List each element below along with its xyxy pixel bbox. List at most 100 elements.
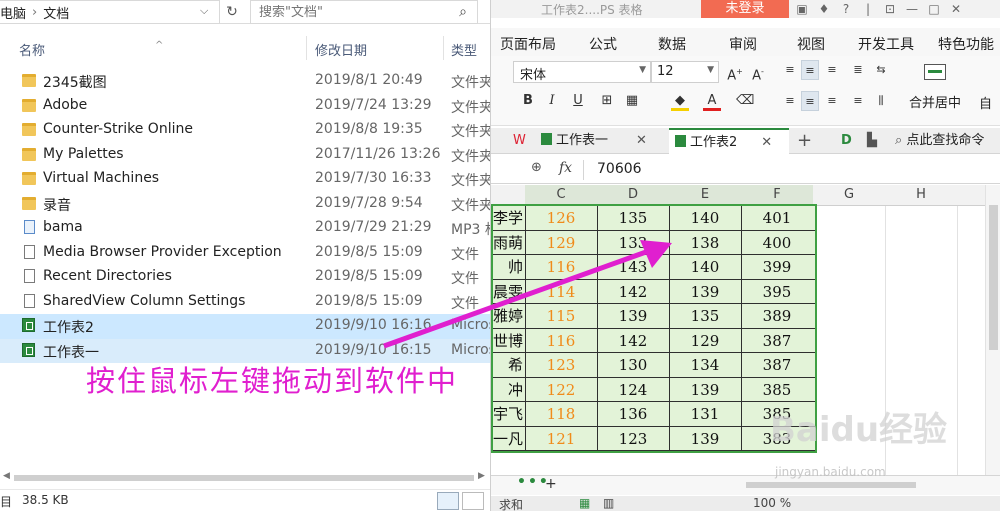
tab-page-layout[interactable]: 页面布局	[500, 34, 556, 54]
borders-icon[interactable]: ⊞	[598, 91, 616, 111]
tab-formulas[interactable]: 公式	[589, 34, 617, 54]
file-name: Recent Directories	[43, 268, 172, 284]
increase-font-icon[interactable]: A+	[726, 62, 744, 83]
doc-assistant-icon[interactable]: D	[841, 128, 852, 154]
list-item[interactable]: 录音 2019/7/28 9:54 文件夹	[0, 192, 490, 217]
scrollbar-thumb[interactable]	[14, 475, 474, 481]
clear-format-icon[interactable]: ⌫	[736, 91, 754, 111]
column-header-f[interactable]: F	[741, 185, 813, 206]
chevron-down-icon[interactable]: ⌵	[200, 4, 208, 18]
column-header-name[interactable]: 名称	[19, 40, 45, 59]
column-header-type[interactable]: 类型	[451, 40, 477, 59]
file-type: Microsoft	[451, 317, 490, 333]
column-header-g[interactable]: G	[813, 187, 885, 202]
list-item[interactable]: Adobe 2019/7/24 13:29 文件夹	[0, 94, 490, 119]
italic-icon[interactable]: I	[543, 91, 561, 111]
page-view-icon[interactable]: ▥	[603, 496, 614, 510]
fill-color-icon[interactable]: ◆	[671, 91, 689, 111]
skin-icon[interactable]: ▣	[791, 0, 813, 18]
list-item[interactable]: Media Browser Provider Exception 2019/8/…	[0, 241, 490, 266]
tab-data[interactable]: 数据	[658, 34, 686, 54]
align-left-icon[interactable]: ≡	[781, 91, 799, 111]
autofit-label[interactable]: 自	[979, 93, 992, 112]
scroll-left-icon[interactable]: ◀	[3, 471, 10, 481]
function-icon[interactable]: fx	[559, 160, 572, 176]
font-size-select[interactable]: 12 ▼	[651, 61, 719, 83]
column-header-e[interactable]: E	[669, 185, 741, 206]
align-top-icon[interactable]: ≡	[781, 60, 799, 80]
list-item-selected[interactable]: 工作表2 2019/9/10 16:16 Microsoft	[0, 314, 490, 339]
breadcrumb[interactable]: 电脑 › 文档	[0, 0, 220, 24]
font-color-icon[interactable]: A	[703, 91, 721, 111]
scroll-right-icon[interactable]: ▶	[478, 471, 485, 481]
search-input[interactable]	[259, 4, 449, 20]
maximize-icon[interactable]: □	[923, 0, 945, 18]
tab-review[interactable]: 审阅	[729, 34, 757, 54]
search-icon[interactable]: ⌕	[459, 4, 467, 20]
list-item[interactable]: SharedView Column Settings 2019/8/5 15:0…	[0, 290, 490, 315]
add-sheet-icon[interactable]: +	[545, 476, 557, 492]
close-tab-icon[interactable]: ✕	[636, 133, 647, 148]
new-tab-icon[interactable]: +	[797, 128, 812, 154]
text-orientation-icon[interactable]: ≣	[849, 60, 867, 80]
list-item[interactable]: Virtual Machines 2019/7/30 16:33 文件夹	[0, 167, 490, 192]
tab-features[interactable]: 特色功能	[938, 34, 994, 54]
large-icons-view-icon[interactable]	[462, 492, 484, 510]
sidebar-toggle-icon[interactable]: ▙	[867, 128, 877, 154]
scrollbar-thumb[interactable]	[989, 205, 998, 350]
fill-pattern-icon[interactable]: ▦	[623, 91, 641, 111]
list-item[interactable]: My Palettes 2017/11/26 13:26 文件夹	[0, 143, 490, 168]
column-header-date[interactable]: 修改日期	[315, 40, 367, 59]
file-date: 2019/7/29 21:29	[315, 219, 432, 235]
close-icon[interactable]: ✕	[945, 0, 967, 18]
tab-developer[interactable]: 开发工具	[858, 34, 914, 54]
folder-icon	[22, 172, 36, 185]
wps-logo-icon[interactable]: W	[513, 128, 526, 154]
vertical-scrollbar[interactable]	[985, 185, 1000, 475]
minimize-icon[interactable]: —	[901, 0, 923, 18]
underline-icon[interactable]: U	[569, 91, 587, 111]
bold-icon[interactable]: B	[519, 91, 537, 111]
doc-tab-sheet1[interactable]: 工作表一 ✕	[541, 128, 647, 154]
list-item[interactable]: Recent Directories 2019/8/5 15:09 文件	[0, 265, 490, 290]
align-bottom-icon[interactable]: ≡	[823, 60, 841, 80]
details-view-icon[interactable]	[437, 492, 459, 510]
find-command[interactable]: ⌕ 点此查找命令	[895, 128, 984, 154]
spreadsheet-file-icon	[22, 342, 35, 357]
refresh-icon[interactable]: ↻	[222, 1, 242, 23]
column-header-c[interactable]: C	[525, 185, 597, 206]
normal-view-icon[interactable]: ▦	[579, 496, 590, 510]
column-divider[interactable]	[306, 36, 307, 60]
horizontal-scrollbar[interactable]	[746, 482, 916, 488]
doc-tab-sheet2[interactable]: 工作表2 ✕	[669, 128, 789, 154]
merge-center-button[interactable]: 合并居中	[904, 62, 966, 118]
wrap-text-icon[interactable]: ⇆	[872, 60, 890, 80]
list-item[interactable]: Counter-Strike Online 2019/8/8 19:35 文件夹	[0, 118, 490, 143]
align-center-icon[interactable]: ≡	[801, 91, 819, 111]
breadcrumb-computer[interactable]: 电脑	[0, 3, 26, 22]
zoom-magnifier-icon[interactable]: ⊕	[531, 160, 542, 175]
align-middle-icon[interactable]: ≡	[801, 60, 819, 80]
restore-icon[interactable]: ⊡	[879, 0, 901, 18]
horizontal-scrollbar[interactable]: ◀ ▶	[0, 471, 490, 485]
column-header-h[interactable]: H	[885, 187, 957, 202]
search-box[interactable]: ⌕	[250, 0, 478, 24]
formula-input[interactable]: 70606	[597, 161, 642, 177]
distributed-align-icon[interactable]: ⫼	[872, 91, 890, 111]
list-item[interactable]: bama 2019/7/29 21:29 MP3 格式	[0, 216, 490, 241]
justify-icon[interactable]: ≡	[849, 91, 867, 111]
tab-view[interactable]: 视图	[797, 34, 825, 54]
decrease-font-icon[interactable]: A-	[749, 62, 767, 83]
file-type: Microsoft	[451, 341, 490, 358]
close-tab-icon[interactable]: ✕	[761, 135, 772, 150]
login-button[interactable]: 未登录	[701, 0, 789, 18]
help-icon[interactable]: ?	[835, 0, 857, 18]
breadcrumb-documents[interactable]: 文档	[43, 3, 69, 22]
align-right-icon[interactable]: ≡	[823, 91, 841, 111]
file-date: 2019/8/5 15:09	[315, 292, 423, 309]
font-name-select[interactable]: 宋体 ▼	[513, 61, 651, 83]
column-header-d[interactable]: D	[597, 185, 669, 206]
shirt-icon[interactable]: ♦	[813, 0, 835, 18]
list-item[interactable]: 2345截图 2019/8/1 20:49 文件夹	[0, 69, 490, 94]
column-divider[interactable]	[443, 36, 444, 60]
